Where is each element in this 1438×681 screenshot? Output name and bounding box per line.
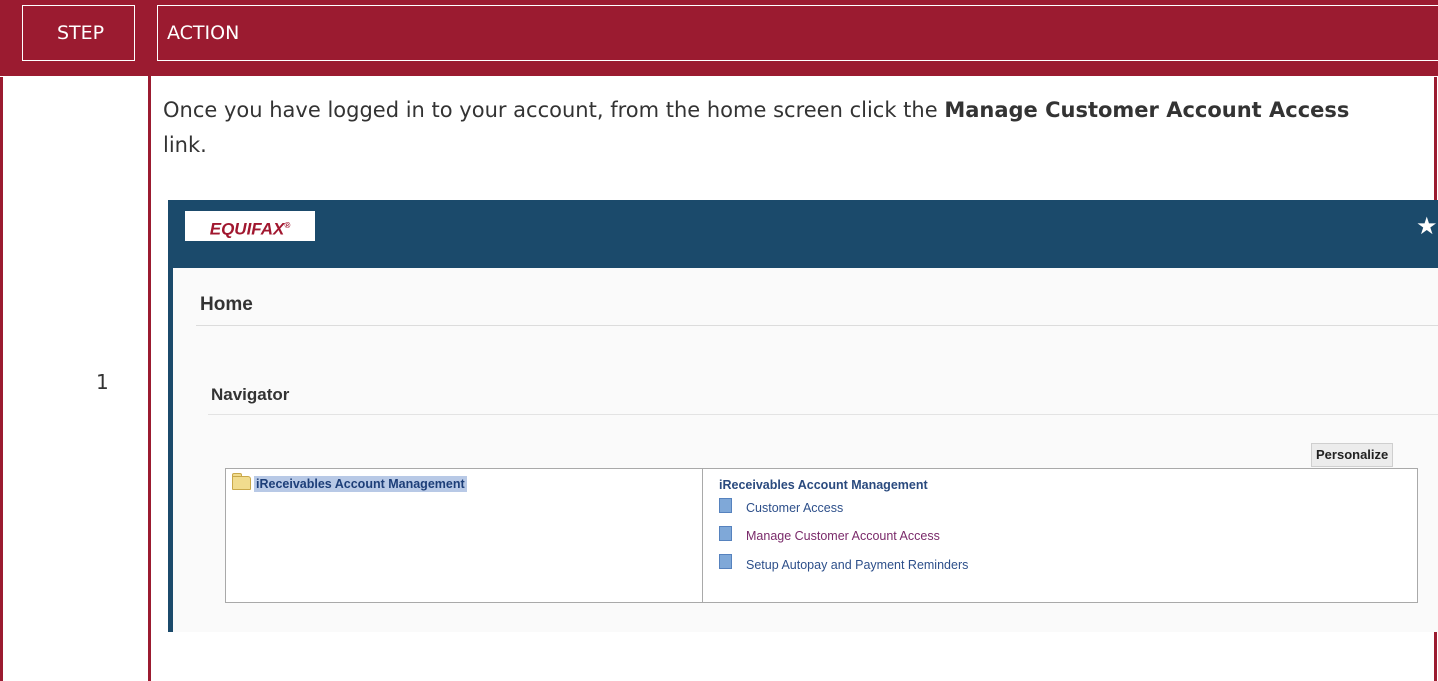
link-setup-autopay[interactable]: Setup Autopay and Payment Reminders — [746, 557, 968, 573]
instruction-text: Once you have logged in to your account,… — [163, 93, 1363, 163]
link-manage-customer-account-access[interactable]: Manage Customer Account Access — [746, 528, 940, 544]
table-left-border — [0, 77, 3, 681]
group-title: iReceivables Account Management — [719, 478, 928, 492]
personalize-button[interactable]: Personalize — [1311, 443, 1394, 467]
title-divider — [196, 325, 1438, 326]
equifax-logo: EQUIFAX® — [185, 211, 315, 241]
instruction-before: Once you have logged in to your account,… — [163, 98, 945, 122]
document-icon — [719, 498, 732, 513]
app-banner — [168, 200, 1438, 268]
header-divider — [0, 76, 1438, 78]
section-title: Navigator — [211, 385, 290, 404]
header-action-cell: ACTION — [157, 5, 1438, 61]
star-icon[interactable]: ★ — [1416, 212, 1438, 240]
logo-text: EQUIFAX® — [209, 219, 291, 239]
section-divider — [208, 414, 1438, 415]
header-action-label: ACTION — [167, 22, 240, 44]
page-title: Home — [200, 294, 253, 315]
embedded-screenshot: EQUIFAX® ★ Home Navigator Personalize iR… — [168, 200, 1438, 632]
document-icon — [719, 554, 732, 569]
column-divider — [148, 0, 151, 681]
instruction-after: link. — [163, 133, 207, 157]
document-icon — [719, 526, 732, 541]
step-number: 1 — [96, 370, 109, 394]
folder-icon — [232, 476, 251, 490]
header-step-cell: STEP — [22, 5, 135, 61]
instruction-bold-link-name: Manage Customer Account Access — [944, 98, 1350, 122]
link-customer-access[interactable]: Customer Access — [746, 500, 843, 516]
navigator-split — [702, 468, 703, 603]
header-step-label: STEP — [57, 22, 105, 44]
tree-item-ireceivables[interactable]: iReceivables Account Management — [254, 476, 467, 492]
